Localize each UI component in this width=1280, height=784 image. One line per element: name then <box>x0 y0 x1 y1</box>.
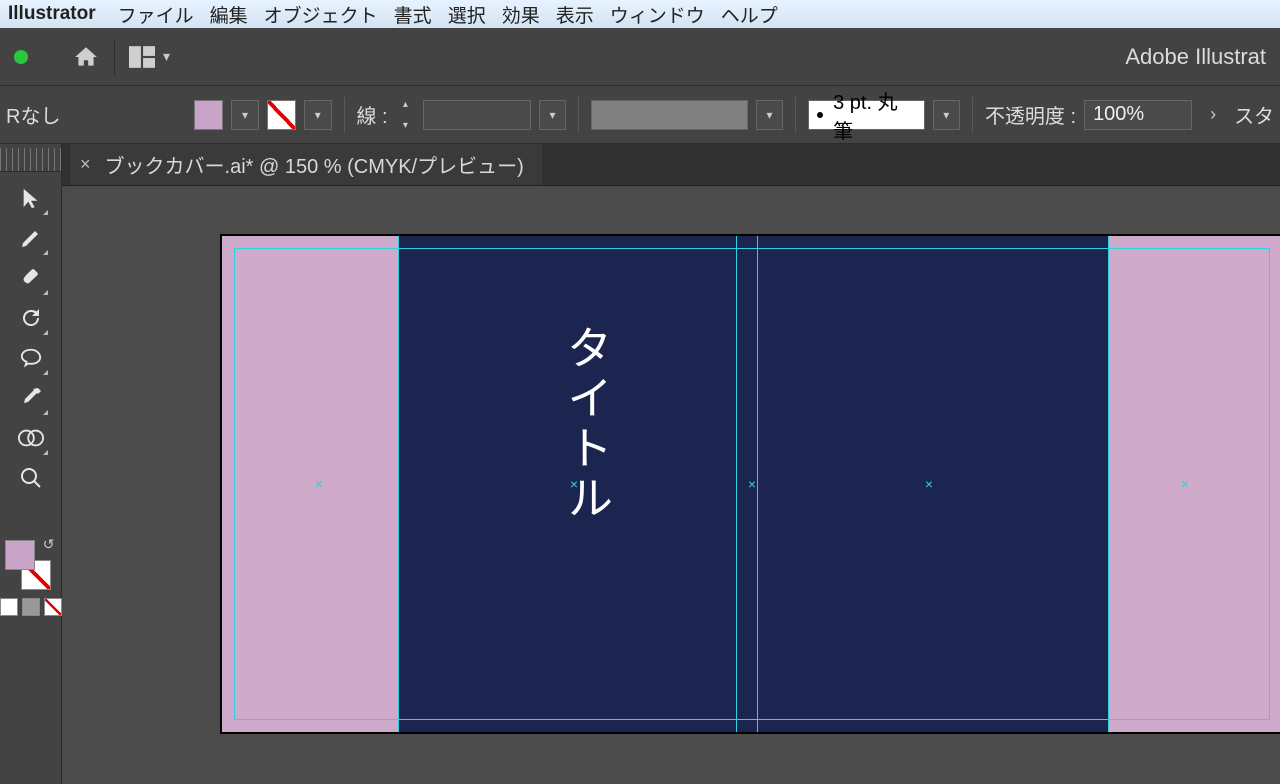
opacity-field[interactable]: 100% <box>1084 100 1192 130</box>
brush-definition-text: 3 pt. 丸筆 <box>833 86 915 144</box>
divider <box>972 97 973 133</box>
style-label: スタ <box>1234 100 1274 129</box>
document-area: × ブックカバー.ai* @ 150 % (CMYK/プレビュー) <box>62 144 1280 784</box>
menu-object[interactable]: オブジェクト <box>264 1 378 28</box>
stroke-label: 線 : <box>356 100 387 129</box>
stroke-weight-field[interactable] <box>423 100 531 130</box>
divider <box>795 97 796 133</box>
divider <box>344 97 345 133</box>
workspace: ↺ × ブックカバー.ai* @ 150 % (CMYK/プレビュー) <box>0 144 1280 784</box>
brush-definition-field[interactable]: 3 pt. 丸筆 <box>808 100 924 130</box>
menu-edit[interactable]: 編集 <box>210 1 248 28</box>
home-icon[interactable] <box>72 44 100 70</box>
stroke-swatch[interactable] <box>267 100 296 130</box>
color-mode-color[interactable] <box>0 598 18 616</box>
ruler-corner <box>0 148 61 172</box>
tools-panel: ↺ <box>0 144 62 784</box>
document-tab-bar: × ブックカバー.ai* @ 150 % (CMYK/プレビュー) <box>62 144 1280 186</box>
menu-select[interactable]: 選択 <box>448 1 486 28</box>
fill-swatch-dropdown[interactable]: ▾ <box>231 100 258 130</box>
canvas[interactable]: × × × × × タイトル <box>62 186 1280 784</box>
menu-help[interactable]: ヘルプ <box>721 1 778 28</box>
brush-definition-dropdown[interactable]: ▾ <box>933 100 960 130</box>
color-mode-none[interactable] <box>44 598 62 616</box>
variable-width-profile[interactable] <box>591 100 748 130</box>
opacity-dropdown-icon[interactable]: › <box>1200 104 1226 125</box>
selection-label: Rなし <box>6 100 60 129</box>
menu-window[interactable]: ウィンドウ <box>610 1 705 28</box>
menu-type[interactable]: 書式 <box>394 1 432 28</box>
zoom-tool[interactable] <box>11 458 51 498</box>
stroke-weight-dropdown[interactable]: ▾ <box>539 100 566 130</box>
os-menu-bar: Illustrator ファイル 編集 オブジェクト 書式 選択 効果 表示 ウ… <box>0 0 1280 28</box>
brush-dot-icon <box>817 112 823 118</box>
menu-effect[interactable]: 効果 <box>502 1 540 28</box>
fill-swatch[interactable] <box>194 100 223 130</box>
stroke-weight-stepper[interactable]: ▴▾ <box>396 99 416 131</box>
stroke-swatch-dropdown[interactable]: ▾ <box>304 100 331 130</box>
paintbrush-tool[interactable] <box>11 258 51 298</box>
menu-file[interactable]: ファイル <box>118 1 194 28</box>
color-mode-swatches <box>0 598 62 616</box>
fill-stroke-control[interactable]: ↺ <box>5 540 51 590</box>
workspace-switcher[interactable]: ▾ <box>129 46 170 68</box>
pen-tool[interactable] <box>11 218 51 258</box>
window-traffic-light-icon[interactable] <box>14 50 28 64</box>
divider <box>114 39 115 75</box>
fill-color-swatch[interactable] <box>5 540 35 570</box>
chevron-down-icon: ▾ <box>163 48 170 65</box>
rotate-tool[interactable] <box>11 298 51 338</box>
menu-view[interactable]: 表示 <box>556 1 594 28</box>
artboard[interactable]: × × × × × タイトル <box>222 236 1280 732</box>
book-title-text[interactable]: タイトル <box>554 324 620 524</box>
lasso-tool[interactable] <box>11 338 51 378</box>
control-bar: Rなし ▾ ▾ 線 : ▴▾ ▾ ▾ 3 pt. 丸筆 ▾ 不透明度 : 100… <box>0 86 1280 144</box>
trim-box-guide <box>234 248 1270 720</box>
close-icon[interactable]: × <box>80 154 91 175</box>
document-tab[interactable]: × ブックカバー.ai* @ 150 % (CMYK/プレビュー) <box>70 144 542 185</box>
opacity-label: 不透明度 : <box>985 100 1076 129</box>
divider <box>578 97 579 133</box>
swap-fill-stroke-icon[interactable]: ↺ <box>43 536 55 553</box>
app-title: Adobe Illustrat <box>1125 44 1266 70</box>
eyedropper-tool[interactable] <box>11 378 51 418</box>
color-mode-gradient[interactable] <box>22 598 40 616</box>
app-bar: ▾ Adobe Illustrat <box>0 28 1280 86</box>
menu-app-name[interactable]: Illustrator <box>8 3 96 25</box>
selection-tool[interactable] <box>11 178 51 218</box>
document-tab-title: ブックカバー.ai* @ 150 % (CMYK/プレビュー) <box>105 150 524 179</box>
shape-builder-tool[interactable] <box>11 418 51 458</box>
variable-width-dropdown[interactable]: ▾ <box>756 100 783 130</box>
